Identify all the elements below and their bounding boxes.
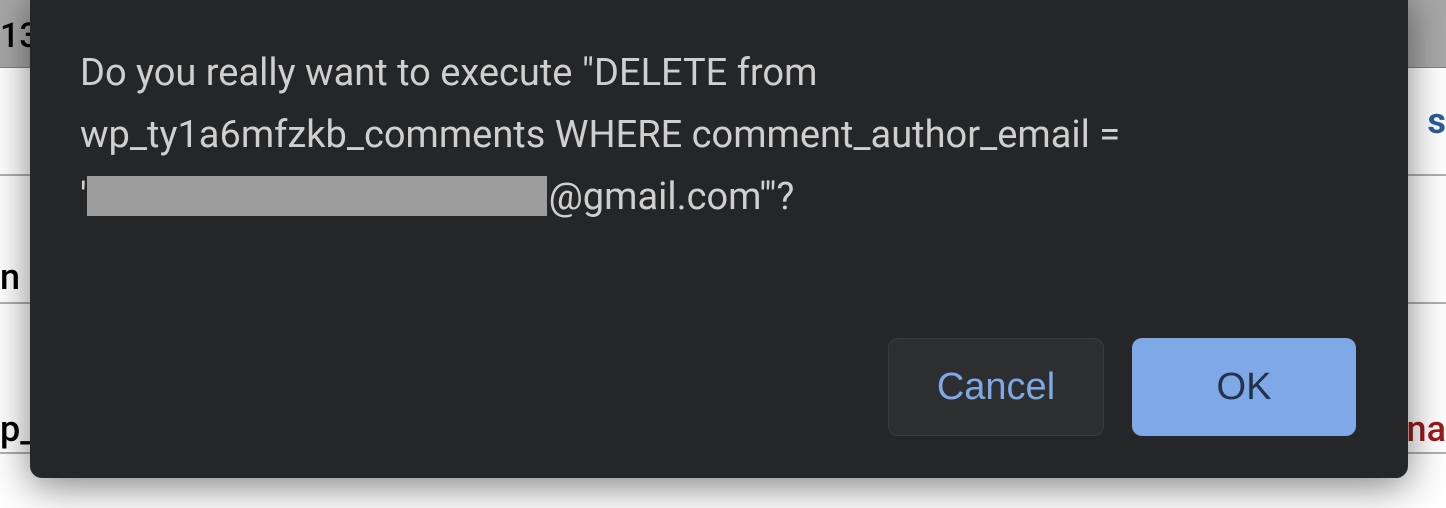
dialog-message: Do you really want to execute "DELETE fr… <box>80 42 1356 228</box>
dialog-message-line-1: Do you really want to execute "DELETE fr… <box>80 42 1356 104</box>
dialog-message-prefix: ' <box>80 175 87 219</box>
dialog-message-line-3: ' @gmail.com'"? <box>80 166 1356 228</box>
dialog-message-line-2: wp_ty1a6mfzkb_comments WHERE comment_aut… <box>80 104 1356 166</box>
redacted-email-local-part <box>87 176 547 216</box>
dialog-button-row: Cancel OK <box>80 308 1356 436</box>
dialog-message-email-suffix: @gmail.com'"? <box>549 175 795 219</box>
bg-text-s: s <box>1428 100 1446 142</box>
cancel-button[interactable]: Cancel <box>888 338 1104 436</box>
bg-text-na: na <box>1407 408 1446 450</box>
confirm-dialog: Do you really want to execute "DELETE fr… <box>30 0 1408 478</box>
bg-text-n: n <box>0 256 20 298</box>
ok-button[interactable]: OK <box>1132 338 1356 436</box>
